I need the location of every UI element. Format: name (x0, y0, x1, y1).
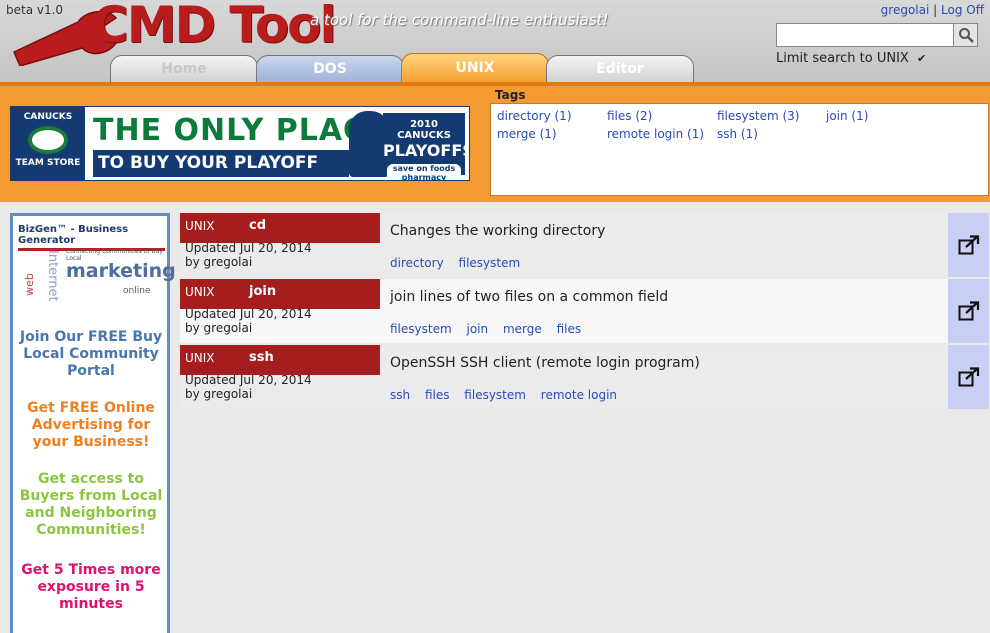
collage-online: online (123, 286, 151, 296)
tag-files[interactable]: files (2) (607, 109, 652, 123)
banner-headline: THE ONLY PLACE (93, 113, 388, 148)
tag-remote-login[interactable]: remote login (1) (607, 127, 704, 141)
command-tags: directory filesystem (390, 256, 531, 270)
command-tag[interactable]: remote login (541, 388, 617, 402)
tab-unix[interactable]: UNIX (401, 53, 549, 82)
command-updated: Updated Jul 20, 2014 (185, 241, 312, 255)
command-tag[interactable]: files (557, 322, 582, 336)
tag-merge[interactable]: merge (1) (497, 127, 557, 141)
banner-subline: TO BUY YOUR PLAYOFF GEAR (93, 150, 349, 177)
collage-web: web (22, 273, 36, 296)
link-separator: | (933, 3, 938, 17)
external-link-icon (958, 235, 979, 255)
external-link-icon (958, 367, 979, 387)
command-tags: filesystem join merge files (390, 322, 592, 336)
logoff-link[interactable]: Log Off (941, 3, 984, 17)
command-header: UNIX cd (180, 213, 380, 243)
command-os: UNIX (185, 351, 215, 365)
search-icon (958, 28, 974, 43)
command-tag[interactable]: files (425, 388, 450, 402)
tab-editor[interactable]: Editor (546, 55, 694, 82)
collage-internet: Internet (45, 250, 60, 302)
tagline: a tool for the command-line enthusiast! (310, 11, 609, 29)
collage-marketing: marketing (66, 260, 176, 282)
command-name[interactable]: join (249, 284, 276, 299)
user-link[interactable]: gregolai (881, 3, 930, 17)
open-command-button[interactable] (948, 345, 989, 409)
command-os: UNIX (185, 285, 215, 299)
command-tag[interactable]: directory (390, 256, 444, 270)
header: beta v1.0 CMD Tool a tool for the comman… (0, 0, 990, 82)
command-name[interactable]: cd (249, 218, 266, 233)
search-button[interactable] (954, 23, 978, 47)
tags-title: Tags (495, 88, 526, 102)
ad-message-buyers: Get access to Buyers from Local and Neig… (19, 471, 163, 538)
command-row[interactable]: UNIX ssh Updated Jul 20, 2014 by gregola… (180, 345, 989, 409)
ad-message-advertising: Get FREE Online Advertising for your Bus… (27, 400, 155, 450)
ad-message-exposure: Get 5 Times more exposure in 5 minutes (21, 562, 161, 612)
command-tag[interactable]: filesystem (390, 322, 452, 336)
command-tag[interactable]: filesystem (459, 256, 521, 270)
store-line1: CANUCKS (23, 112, 73, 122)
tags-cloud: directory (1) files (2) filesystem (3) j… (490, 103, 989, 196)
command-tags: ssh files filesystem remote login (390, 388, 628, 402)
command-header: UNIX ssh (180, 345, 380, 375)
tag-join[interactable]: join (1) (826, 109, 868, 123)
command-name[interactable]: ssh (249, 350, 274, 365)
playoffs-badge: 2010 CANUCKS PLAYOFFS save on foods phar… (383, 113, 470, 180)
playoffs-title: PLAYOFFS (383, 141, 470, 160)
command-updated: Updated Jul 20, 2014 (185, 307, 312, 321)
command-header: UNIX join (180, 279, 380, 309)
command-updated: Updated Jul 20, 2014 (185, 373, 312, 387)
search-input[interactable] (776, 23, 954, 47)
user-links: gregolai | Log Off (881, 3, 984, 17)
canucks-store-logo: CANUCKS TEAM STORE (11, 107, 85, 180)
command-row[interactable]: UNIX join Updated Jul 20, 2014 by gregol… (180, 279, 989, 343)
command-description: OpenSSH SSH client (remote login program… (390, 355, 700, 371)
orca-logo-icon (28, 126, 68, 154)
command-tag[interactable]: join (467, 322, 489, 336)
command-author: by gregolai (185, 321, 253, 335)
command-tag[interactable]: filesystem (464, 388, 526, 402)
limit-search-option[interactable]: Limit search to UNIX ✔ (776, 51, 926, 66)
external-link-icon (958, 301, 979, 321)
ad-message-portal: Join Our FREE Buy Local Community Portal (19, 329, 163, 379)
limit-search-label: Limit search to UNIX (776, 51, 909, 66)
bizgen-side-ad[interactable]: BizGen™ - Business Generator Connecting … (10, 213, 176, 633)
tab-home[interactable]: Home (110, 55, 258, 82)
command-description: Changes the working directory (390, 223, 606, 239)
tag-directory[interactable]: directory (1) (497, 109, 572, 123)
command-os: UNIX (185, 219, 215, 233)
tag-filesystem[interactable]: filesystem (3) (717, 109, 799, 123)
sponsor-logo: save on foods pharmacy (387, 164, 461, 180)
store-line2: TEAM STORE (15, 158, 81, 168)
open-command-button[interactable] (948, 279, 989, 343)
logo-text[interactable]: CMD Tool (92, 0, 337, 54)
open-command-button[interactable] (948, 213, 989, 277)
marketing-collage: Connecting Communities to Buy Local Inte… (18, 246, 176, 318)
check-icon[interactable]: ✔ (917, 52, 926, 65)
command-tag[interactable]: ssh (390, 388, 410, 402)
command-description: join lines of two files on a common fiel… (390, 289, 669, 305)
command-row[interactable]: UNIX cd Updated Jul 20, 2014 by gregolai… (180, 213, 989, 277)
command-author: by gregolai (185, 255, 253, 269)
canucks-banner-ad[interactable]: CANUCKS TEAM STORE THE ONLY PLACE TO BUY… (10, 106, 470, 181)
tab-dos[interactable]: DOS (256, 55, 404, 82)
command-tag[interactable]: merge (503, 322, 542, 336)
tag-ssh[interactable]: ssh (1) (717, 127, 758, 141)
command-author: by gregolai (185, 387, 253, 401)
playoffs-year: 2010 CANUCKS (397, 119, 451, 141)
